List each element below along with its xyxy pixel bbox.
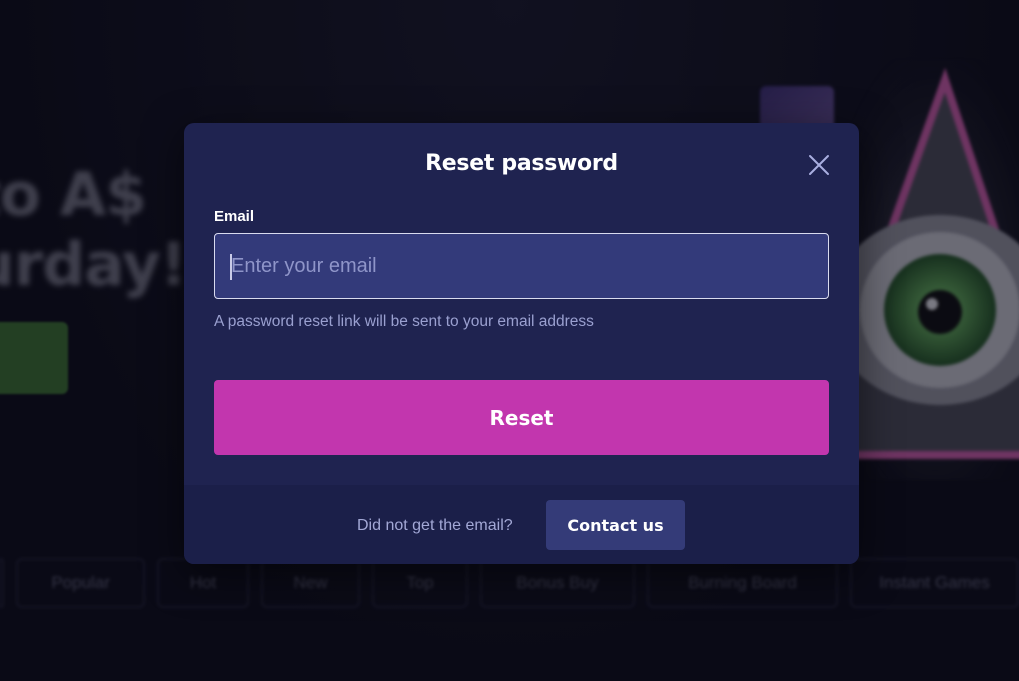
reset-password-dialog: Reset password Email A password reset li…	[184, 123, 859, 564]
email-input[interactable]	[214, 233, 829, 299]
close-button[interactable]	[807, 153, 831, 177]
dialog-footer: Did not get the email? Contact us	[184, 485, 859, 564]
email-hint-text: A password reset link will be sent to yo…	[214, 313, 594, 330]
dialog-title: Reset password	[425, 151, 618, 176]
contact-us-button[interactable]: Contact us	[546, 500, 685, 550]
no-email-text: Did not get the email?	[357, 517, 513, 534]
close-icon	[809, 155, 829, 175]
email-label: Email	[214, 208, 255, 225]
reset-button[interactable]: Reset	[214, 380, 829, 455]
text-caret	[230, 254, 232, 280]
